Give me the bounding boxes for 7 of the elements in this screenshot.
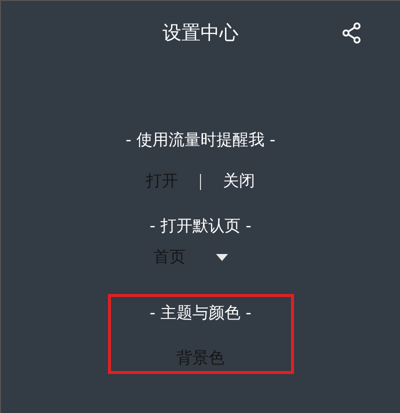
share-icon[interactable] bbox=[342, 22, 362, 44]
page-title: 设置中心 bbox=[162, 21, 238, 46]
dropdown-caret-icon[interactable] bbox=[216, 254, 228, 261]
section-title: - 使用流量时提醒我 - bbox=[126, 130, 276, 151]
option-button[interactable]: 关闭 bbox=[223, 171, 255, 192]
section-title: - 主题与颜色 - bbox=[150, 303, 252, 324]
section-title: - 打开默认页 - bbox=[150, 216, 252, 237]
